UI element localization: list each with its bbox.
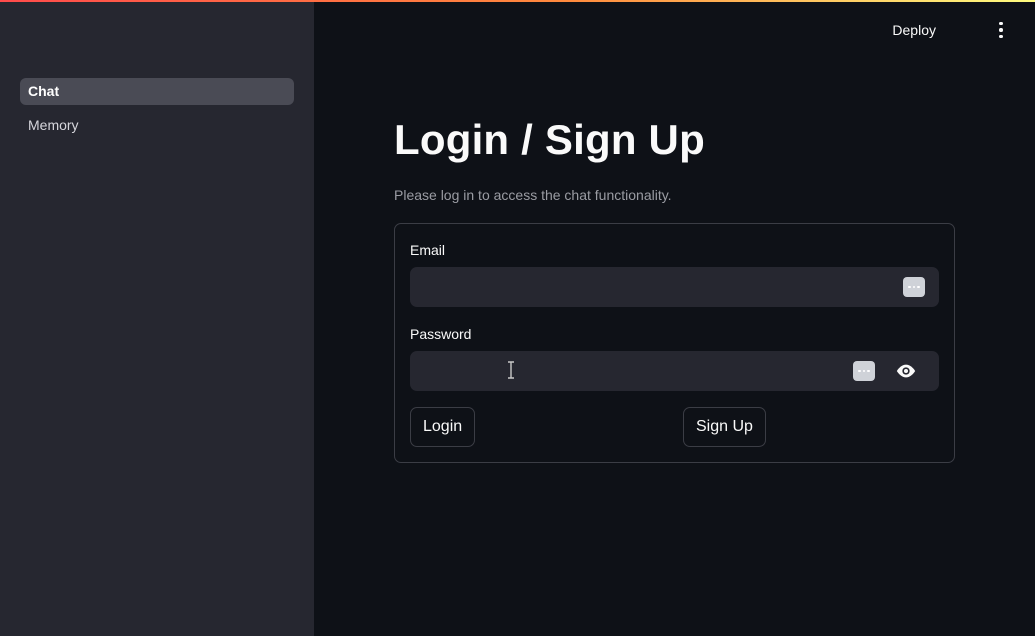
show-password-eye-icon[interactable]: [895, 362, 917, 380]
top-accent-bar: [0, 0, 1035, 2]
sidebar: Chat Memory: [0, 0, 314, 636]
main-content: Deploy Login / Sign Up Please log in to …: [314, 0, 1035, 636]
email-field-container: [410, 267, 939, 307]
password-manager-icon[interactable]: [853, 361, 875, 381]
kebab-menu-icon[interactable]: [991, 20, 1011, 40]
sidebar-nav: Chat Memory: [20, 78, 294, 146]
page-title: Login / Sign Up: [394, 116, 705, 163]
password-label: Password: [410, 326, 472, 342]
email-label: Email: [410, 242, 446, 258]
signup-button[interactable]: Sign Up: [683, 407, 766, 447]
sidebar-item-chat[interactable]: Chat: [20, 78, 294, 105]
password-field-container: [410, 351, 939, 391]
email-field[interactable]: [410, 267, 939, 307]
password-manager-icon[interactable]: [903, 277, 925, 297]
deploy-button[interactable]: Deploy: [892, 20, 936, 40]
login-form: Email Password Login Sign Up: [394, 223, 955, 463]
sidebar-item-memory[interactable]: Memory: [20, 112, 294, 139]
page-subtitle: Please log in to access the chat functio…: [394, 187, 672, 203]
login-button[interactable]: Login: [410, 407, 476, 447]
text-cursor-icon: [508, 361, 514, 379]
